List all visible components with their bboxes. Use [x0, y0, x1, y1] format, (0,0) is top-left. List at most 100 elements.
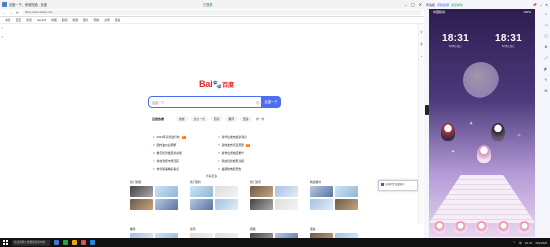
home-icon[interactable]: ⌂: [1, 26, 6, 30]
windows-start-icon[interactable]: [3, 240, 8, 245]
clock-widget[interactable]: 18:31 6月5日 周三: [495, 33, 522, 48]
grid-icon[interactable]: ⊞: [545, 89, 548, 93]
feed-card[interactable]: 热门图片: [190, 180, 238, 210]
phone-screen[interactable]: 中国移动 100% 18:31 6月5日 周三 18:31 6月5日 周三 ✦ …: [429, 9, 535, 237]
hot-item[interactable]: 5 体育赛事精彩看点: [153, 167, 218, 171]
hot-item[interactable]: 6 夏季出游热度攀升: [218, 151, 283, 155]
hot-item[interactable]: 8 暑期档电影预告: [218, 167, 283, 171]
bookmark-item[interactable]: 网盘: [94, 18, 100, 22]
hot-item[interactable]: 4 各地消费市场活跃: [153, 159, 218, 163]
minimize-button[interactable]: –: [405, 2, 407, 7]
ime-indicator[interactable]: 中: [519, 241, 522, 245]
mirror-app-icon[interactable]: [90, 240, 95, 245]
task-view-icon[interactable]: [54, 240, 59, 245]
bookmark-item[interactable]: hao123: [37, 18, 46, 22]
add-icon[interactable]: +: [421, 54, 423, 58]
bookmark-item[interactable]: 更多: [115, 18, 121, 22]
bookmark-item[interactable]: 地图: [51, 18, 57, 22]
camera-icon[interactable]: ◎: [256, 100, 260, 105]
feed-card[interactable]: 热门视频: [130, 180, 178, 210]
hot-item[interactable]: 4 新华社发布最新消息: [218, 135, 283, 139]
thumbnail[interactable]: [190, 199, 213, 210]
checkbox-icon[interactable]: [381, 182, 384, 186]
feed-card[interactable]: 精选推荐: [310, 180, 358, 210]
baidu-logo[interactable]: Bai🐾百度: [199, 79, 234, 89]
thumbnail[interactable]: [275, 199, 298, 210]
thumbnail[interactable]: [155, 186, 178, 197]
home-icon[interactable]: ⌂: [545, 12, 547, 16]
browser-tab-title[interactable]: 百度一下，你就知道 - 百度: [9, 2, 201, 7]
dock-app-icon[interactable]: [433, 221, 447, 233]
chip[interactable]: 文心一言: [190, 116, 208, 122]
chip[interactable]: 知识: [210, 116, 223, 122]
thumbnail[interactable]: [250, 186, 273, 197]
volume-icon[interactable]: 🔊: [544, 67, 548, 71]
refresh-hot-link[interactable]: 换一换: [256, 117, 264, 121]
thumbnail[interactable]: [335, 186, 358, 197]
clock-date[interactable]: 2024/6/5: [535, 241, 547, 245]
sync-notification[interactable]: 已同步至百度账号: [378, 180, 418, 191]
chip[interactable]: 热搜: [176, 116, 188, 122]
edit-icon[interactable]: ✎: [545, 78, 548, 82]
thumbnail[interactable]: [130, 186, 153, 197]
refresh-button[interactable]: ⟳: [16, 11, 19, 15]
pin-icon[interactable]: 📌: [533, 3, 537, 7]
close-button[interactable]: ✕: [545, 3, 548, 7]
dock-app-icon[interactable]: [496, 221, 510, 233]
address-bar[interactable]: https://www.baidu.com: [21, 10, 421, 15]
more-feed-link[interactable]: 查看更多: [206, 174, 217, 178]
close-button[interactable]: ✕: [419, 2, 422, 7]
chip[interactable]: 翻译: [225, 116, 238, 122]
thumbnail[interactable]: [250, 199, 273, 210]
back-icon[interactable]: ◁: [545, 23, 548, 27]
taskbar-search[interactable]: 在这里输入你要搜索的内容: [12, 239, 50, 246]
dock-app-icon[interactable]: [475, 221, 489, 233]
bookmark-item[interactable]: 图片: [83, 18, 89, 22]
star-icon[interactable]: ☆: [1, 35, 6, 39]
hot-item[interactable]: 1 2024年高考进行时热: [153, 135, 218, 139]
hot-item[interactable]: 5 多地发布高温预警热: [218, 143, 283, 147]
thumbnail[interactable]: [310, 186, 333, 197]
fullscreen-icon[interactable]: ⤢: [545, 56, 548, 60]
search-button[interactable]: 百度一下: [261, 96, 281, 108]
back-button[interactable]: ←: [3, 11, 7, 15]
settings-icon[interactable]: ⚙: [544, 45, 547, 49]
search-icon[interactable]: ⚲: [420, 30, 422, 34]
recents-icon[interactable]: ▢: [544, 34, 547, 38]
feed-card[interactable]: 热门资讯: [250, 180, 298, 210]
browser-taskbar-icon[interactable]: [63, 240, 68, 245]
thumbnail[interactable]: [215, 186, 238, 197]
hot-item[interactable]: 2 国内油价迎调整: [153, 143, 218, 147]
bookmark-item[interactable]: 视频: [72, 18, 78, 22]
maximize-button[interactable]: ▢: [411, 2, 415, 7]
bookmark-item[interactable]: 百度: [16, 18, 22, 22]
dock-app-icon[interactable]: [517, 221, 531, 233]
wifi-icon[interactable]: ⌔: [513, 240, 516, 245]
bookmark-item[interactable]: 贴吧: [62, 18, 68, 22]
dock-app-icon[interactable]: [454, 221, 468, 233]
thumbnail[interactable]: [190, 186, 213, 197]
bookmark-item[interactable]: 新闻: [26, 18, 32, 22]
minimize-button[interactable]: –: [540, 3, 542, 7]
thumbnail[interactable]: [130, 199, 153, 210]
app-icon[interactable]: [81, 240, 86, 245]
thumbnail[interactable]: [155, 199, 178, 210]
hot-item[interactable]: 7 科技创新成果亮相: [218, 159, 283, 163]
character-avatar[interactable]: [441, 123, 455, 141]
thumbnail[interactable]: [215, 199, 238, 210]
bookmark-item[interactable]: 书签: [5, 18, 11, 22]
thumbnail[interactable]: [335, 199, 358, 210]
character-avatar[interactable]: [491, 123, 505, 141]
character-avatar[interactable]: [477, 145, 491, 163]
bookmark-item[interactable]: 文库: [104, 18, 110, 22]
translate-icon[interactable]: 文: [420, 42, 423, 46]
thumbnail[interactable]: [275, 186, 298, 197]
forward-button[interactable]: →: [10, 11, 14, 15]
chip[interactable]: 更多: [240, 116, 252, 122]
folder-icon[interactable]: [72, 240, 77, 245]
search-input[interactable]: [152, 99, 252, 106]
thumbnail[interactable]: [310, 199, 333, 210]
hot-item[interactable]: 3 数字经济发展新动能: [153, 151, 218, 155]
clock-time[interactable]: 18:31: [525, 241, 533, 245]
clock-widget[interactable]: 18:31 6月5日 周三: [442, 33, 469, 48]
